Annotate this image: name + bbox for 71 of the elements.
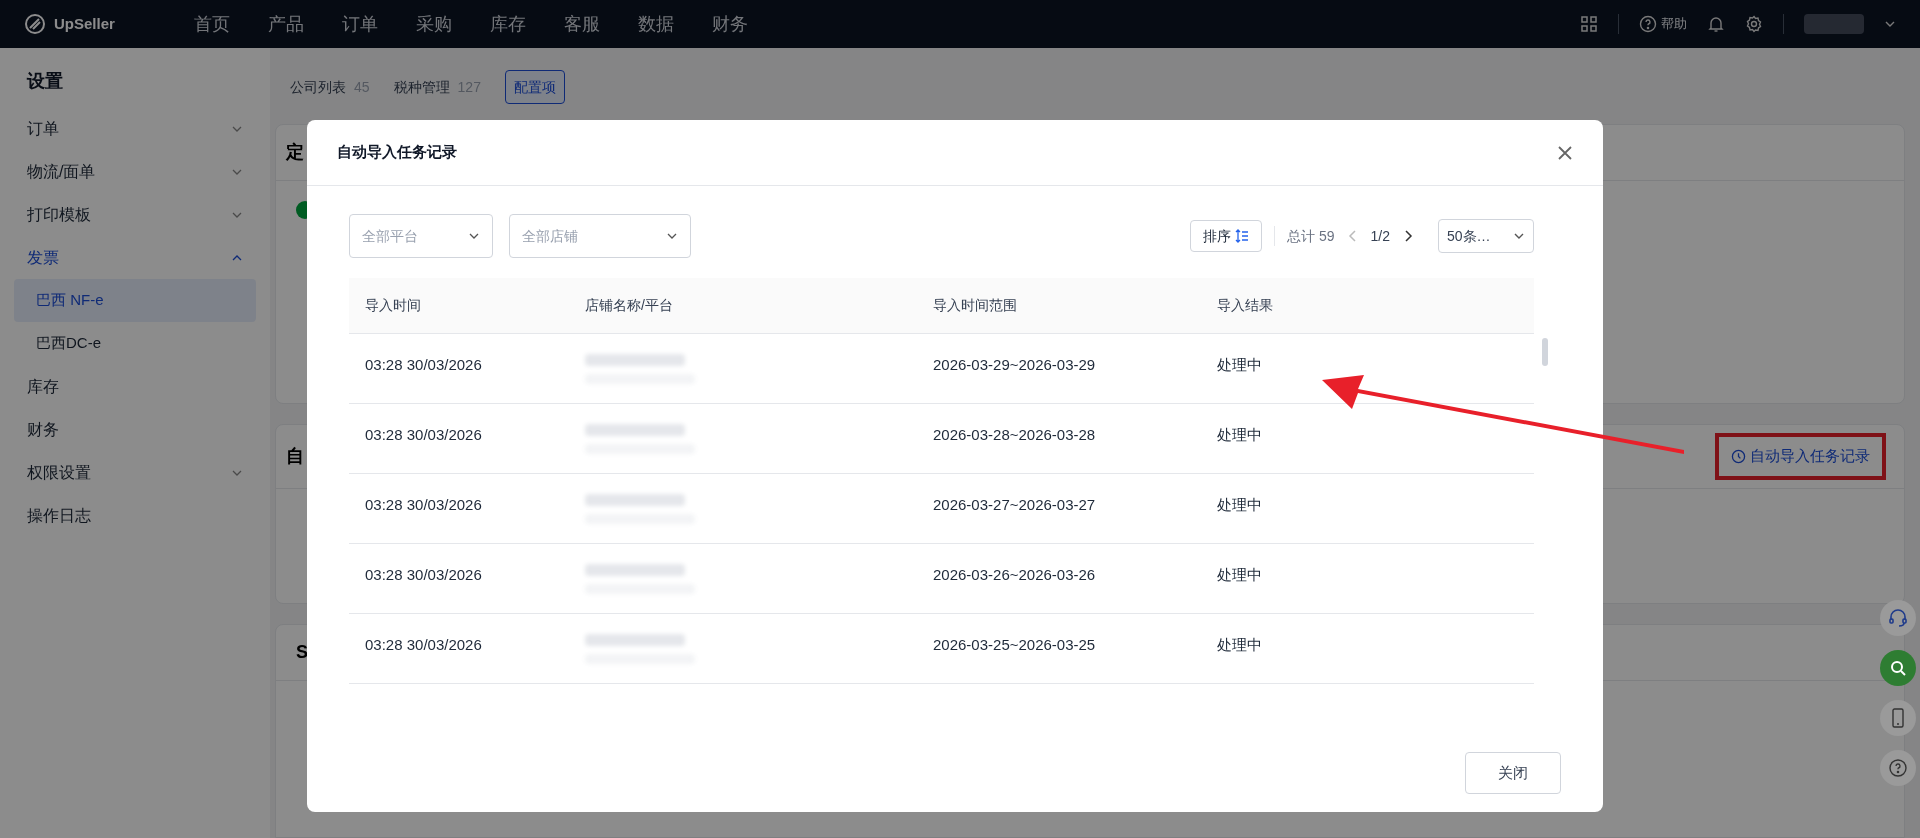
column-header: 导入结果	[1217, 296, 1274, 315]
sidebar-item[interactable]: 打印模板	[14, 193, 256, 236]
column-header: 店铺名称/平台	[585, 296, 674, 315]
nav-link[interactable]: 库存	[490, 10, 526, 38]
nav-link[interactable]: 数据	[638, 10, 674, 38]
headset-icon	[1888, 608, 1908, 628]
nav-link[interactable]: 首页	[194, 10, 230, 38]
search-icon	[1889, 659, 1907, 677]
next-page-icon[interactable]	[1402, 229, 1414, 243]
bell-icon[interactable]	[1707, 15, 1725, 33]
clock-icon	[1731, 449, 1746, 464]
logo-icon	[24, 13, 46, 35]
table-cell-text: 03:28 30/03/2026	[365, 635, 483, 655]
nav-link[interactable]: 采购	[416, 10, 452, 38]
settings-icon[interactable]	[1745, 15, 1763, 33]
dialog-title: 自动导入任务记录	[337, 142, 457, 163]
sidebar-item[interactable]: 权限设置	[14, 451, 256, 494]
sidebar-title: 设置	[25, 70, 64, 93]
sidebar-item[interactable]: 物流/面单	[14, 150, 256, 193]
close-button[interactable]: 关闭	[1465, 752, 1561, 794]
table-cell-text: 2026-03-28~2026-03-28	[933, 425, 1097, 445]
help-icon[interactable]	[1639, 15, 1657, 33]
filter-dropdown[interactable]: 全部平台	[349, 214, 493, 258]
sidebar-item[interactable]: 操作日志	[14, 494, 256, 537]
table-cell-text: 2026-03-29~2026-03-29	[933, 355, 1097, 375]
table-cell-text: 03:28 30/03/2026	[365, 355, 483, 375]
page-size-select[interactable]: 50条…	[1438, 219, 1534, 253]
grid-icon[interactable]	[1580, 15, 1598, 33]
sort-button[interactable]: 排序	[1190, 220, 1263, 252]
search-button[interactable]	[1880, 650, 1916, 686]
table-cell-text: 处理中	[1217, 355, 1263, 375]
table-cell-text: 处理中	[1217, 495, 1263, 515]
help-link[interactable]: 帮助	[1661, 14, 1687, 34]
table-cell-text: 03:28 30/03/2026	[365, 425, 483, 445]
page-indicator: 1/2	[1370, 226, 1390, 246]
card-title: S	[296, 641, 308, 664]
logo-text: UpSeller	[54, 13, 115, 34]
nav-link[interactable]: 产品	[268, 10, 304, 38]
table-cell-text: 2026-03-27~2026-03-27	[933, 495, 1097, 515]
close-icon[interactable]	[1557, 144, 1573, 161]
mobile-button[interactable]	[1880, 700, 1916, 736]
column-header: 导入时间	[365, 296, 422, 315]
card-title: 定	[286, 141, 304, 164]
total-count: 总计 59	[1287, 226, 1335, 246]
sidebar-item[interactable]: 财务	[14, 408, 256, 451]
sidebar-subitem[interactable]: 巴西DC-e	[14, 322, 256, 365]
table-cell-text: 处理中	[1217, 635, 1263, 655]
sidebar-item[interactable]: 订单	[14, 107, 256, 150]
table-cell-text: 03:28 30/03/2026	[365, 495, 483, 515]
table-cell-text: 处理中	[1217, 425, 1263, 445]
table-cell-text: 2026-03-26~2026-03-26	[933, 565, 1097, 585]
tab[interactable]: 配置项	[504, 70, 565, 104]
table-cell-text: 处理中	[1217, 565, 1263, 585]
sidebar-item[interactable]: 库存	[14, 365, 256, 408]
phone-icon	[1891, 708, 1905, 728]
filter-dropdown[interactable]: 全部店铺	[509, 214, 691, 258]
table-cell-text: 2026-03-25~2026-03-25	[933, 635, 1097, 655]
nav-link[interactable]: 财务	[712, 10, 748, 38]
scrollbar-thumb[interactable]	[1542, 338, 1548, 366]
auto-import-log-button[interactable]: 自动导入任务记录	[1731, 445, 1870, 468]
nav-link[interactable]: 订单	[342, 10, 378, 38]
table-cell-text: 03:28 30/03/2026	[365, 565, 483, 585]
sidebar-item[interactable]: 发票	[14, 236, 256, 279]
card-title: 自	[286, 445, 304, 468]
column-header: 导入时间范围	[933, 296, 1018, 315]
sort-icon	[1235, 229, 1250, 243]
support-button[interactable]	[1880, 600, 1916, 636]
help-button[interactable]	[1880, 750, 1916, 786]
help-icon	[1888, 758, 1908, 778]
nav-link[interactable]: 客服	[564, 10, 600, 38]
sidebar-subitem[interactable]: 巴西 NF-e	[14, 279, 256, 322]
